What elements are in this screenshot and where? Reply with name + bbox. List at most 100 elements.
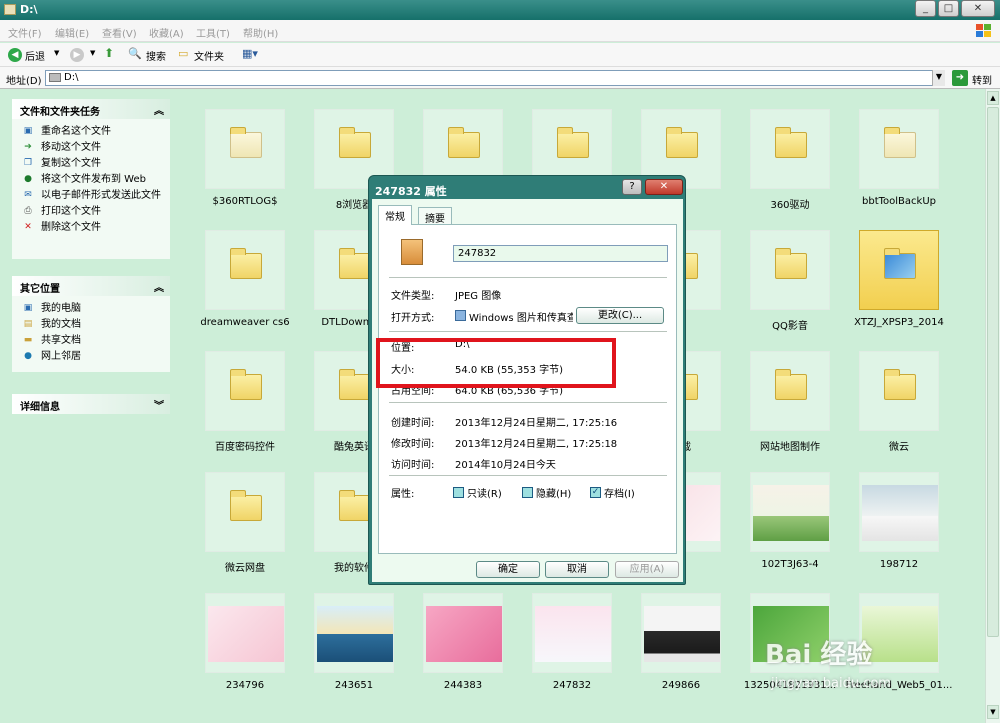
watermark-logo: Bai 经验	[765, 640, 873, 670]
address-label: 地址(D)	[6, 76, 42, 87]
ok-button[interactable]: 确定	[476, 561, 540, 578]
cancel-button[interactable]: 取消	[545, 561, 609, 578]
folders-button[interactable]: 文件夹	[194, 48, 224, 63]
image-viewer-icon	[455, 310, 466, 321]
details-header[interactable]: 详细信息 ︾	[12, 394, 170, 414]
file-thumbnail	[750, 109, 830, 189]
file-thumbnail	[205, 472, 285, 552]
back-dropdown-icon[interactable]: ▼	[54, 49, 59, 57]
readonly-checkbox[interactable]	[453, 487, 464, 498]
readonly-label[interactable]: 只读(R)	[467, 485, 502, 500]
image-thumbnail	[426, 606, 502, 662]
go-arrow-icon[interactable]: ➜	[952, 70, 968, 86]
minimize-button[interactable]: _	[915, 0, 936, 17]
file-name: 244383	[443, 680, 483, 691]
file-tasks-header[interactable]: 文件和文件夹任务 ︽	[12, 99, 170, 119]
jpeg-file-icon	[401, 239, 423, 265]
details-title: 详细信息	[20, 402, 60, 413]
views-icon[interactable]: ▦▾	[242, 47, 258, 60]
folder-icon	[339, 369, 371, 400]
task-label: 以电子邮件形式发送此文件	[41, 190, 161, 201]
search-button[interactable]: 搜索	[146, 48, 166, 63]
details-panel: 详细信息 ︾	[12, 394, 170, 414]
modified-value: 2013年12月24日星期二, 17:25:18	[455, 439, 618, 450]
file-name: dreamweaver cs6	[200, 317, 290, 328]
archive-label[interactable]: 存档(I)	[604, 485, 635, 500]
apply-button[interactable]: 应用(A)	[615, 561, 679, 578]
forward-dropdown-icon[interactable]: ▼	[90, 49, 95, 57]
task-email[interactable]: ✉ 以电子邮件形式发送此文件	[12, 188, 170, 204]
change-button[interactable]: 更改(C)...	[576, 307, 664, 324]
folders-icon[interactable]: ▭	[178, 47, 188, 60]
task-copy[interactable]: ❐ 复制这个文件	[12, 156, 170, 172]
task-publish-web[interactable]: ● 将这个文件发布到 Web	[12, 172, 170, 188]
task-rename[interactable]: ▣ 重命名这个文件	[12, 124, 170, 140]
file-tasks-panel: 文件和文件夹任务 ︽ ▣ 重命名这个文件 ➔ 移动这个文件 ❐ 复制这个文件 ● 将这个文…	[12, 99, 170, 259]
image-thumbnail	[753, 485, 829, 541]
menu-edit[interactable]: 编辑(E)	[55, 25, 89, 40]
expand-icon[interactable]: ︾	[154, 397, 164, 412]
email-icon: ✉	[24, 190, 32, 200]
close-window-button[interactable]: ✕	[961, 0, 995, 17]
scroll-thumb[interactable]	[987, 107, 999, 637]
scroll-up-icon[interactable]: ▲	[987, 91, 999, 105]
file-thumbnail	[205, 351, 285, 431]
file-thumbnail	[859, 109, 939, 189]
back-button[interactable]: 后退	[25, 48, 45, 63]
created-value: 2013年12月24日星期二, 17:25:16	[455, 418, 618, 429]
menu-view[interactable]: 查看(V)	[102, 25, 137, 40]
address-input[interactable]: D:\	[45, 70, 945, 86]
other-places-header[interactable]: 其它位置 ︽	[12, 276, 170, 296]
file-thumbnail	[750, 351, 830, 431]
up-folder-icon[interactable]: ⬆	[104, 46, 114, 60]
place-my-computer[interactable]: ▣ 我的电脑	[12, 301, 170, 317]
menu-help[interactable]: 帮助(H)	[243, 25, 278, 40]
folder-icon	[884, 369, 916, 400]
archive-checkbox[interactable]: ✓	[590, 487, 601, 498]
filename-input[interactable]: 247832	[453, 245, 668, 262]
collapse-icon[interactable]: ︽	[154, 102, 164, 117]
search-icon[interactable]: 🔍	[128, 47, 142, 60]
dialog-close-button[interactable]: ✕	[645, 179, 683, 195]
maximize-button[interactable]: □	[938, 0, 959, 17]
task-label: 复制这个文件	[41, 158, 101, 169]
scroll-down-icon[interactable]: ▼	[987, 705, 999, 719]
dialog-title: 247832 属性	[375, 185, 447, 198]
help-button[interactable]: ?	[622, 179, 642, 195]
folder-icon	[339, 127, 371, 158]
file-thumbnail	[641, 593, 721, 673]
rename-icon: ▣	[23, 126, 33, 136]
task-print[interactable]: ⎙ 打印这个文件	[12, 204, 170, 220]
file-name: 247832	[552, 680, 592, 691]
delete-icon: ✕	[24, 222, 32, 232]
address-value: D:\	[64, 72, 79, 83]
task-move[interactable]: ➔ 移动这个文件	[12, 140, 170, 156]
hidden-checkbox[interactable]	[522, 487, 533, 498]
general-tab-pane: 247832 文件类型: JPEG 图像 打开方式: Windows 图片和传真…	[378, 224, 677, 554]
task-delete[interactable]: ✕ 删除这个文件	[12, 220, 170, 236]
folder-icon	[775, 248, 807, 279]
title-bar: D:\ _ □ ✕	[0, 0, 1000, 20]
address-dropdown-icon[interactable]: ▼	[932, 70, 945, 86]
back-arrow-icon[interactable]: ◀	[8, 48, 22, 62]
other-places-title: 其它位置	[20, 284, 60, 295]
image-thumbnail	[317, 606, 393, 662]
opens-with-label: 打开方式:	[391, 313, 435, 324]
tab-summary[interactable]: 摘要	[418, 207, 452, 225]
vertical-scrollbar[interactable]: ▲ ▼	[985, 89, 1000, 723]
file-name: 249866	[661, 680, 701, 691]
place-shared-documents[interactable]: ▬ 共享文档	[12, 333, 170, 349]
place-my-documents[interactable]: ▤ 我的文档	[12, 317, 170, 333]
menu-tools[interactable]: 工具(T)	[196, 25, 230, 40]
menu-favorites[interactable]: 收藏(A)	[149, 25, 184, 40]
go-button[interactable]: 转到	[972, 72, 992, 87]
file-name: 微云网盘	[225, 563, 265, 574]
place-network[interactable]: ● 网上邻居	[12, 349, 170, 365]
folder-icon	[775, 127, 807, 158]
drive-icon	[49, 73, 61, 82]
menu-file[interactable]: 文件(F)	[8, 25, 42, 40]
collapse-icon[interactable]: ︽	[154, 279, 164, 294]
hidden-label[interactable]: 隐藏(H)	[536, 485, 571, 500]
tab-general[interactable]: 常规	[378, 205, 412, 225]
forward-arrow-icon[interactable]: ▶	[70, 48, 84, 62]
